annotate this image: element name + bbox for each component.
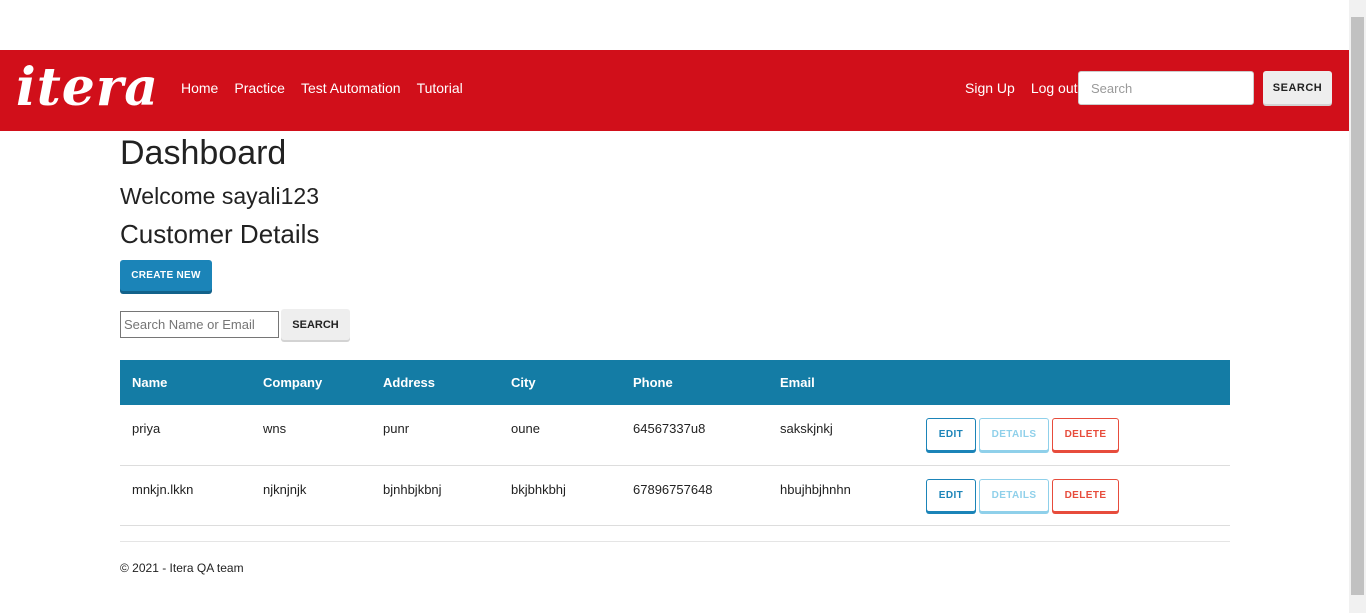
header-email: Email [780, 375, 815, 390]
footer-text: © 2021 - Itera QA team [120, 561, 244, 575]
cell-name: priya [132, 421, 161, 436]
main-nav: Home Practice Test Automation Tutorial [181, 80, 463, 96]
vertical-scrollbar[interactable] [1349, 0, 1366, 613]
table-row: priya wns punr oune 64567337u8 sakskjnkj… [120, 405, 1230, 465]
cell-email: sakskjnkj [780, 421, 833, 436]
edit-button[interactable]: EDIT [926, 478, 976, 512]
header-actions [914, 360, 1230, 405]
cell-actions: EDIT DETAILS DELETE [914, 465, 1230, 525]
table-row: mnkjn.lkkn njknjnjk bjnhbjkbnj bkjbhkbhj… [120, 465, 1230, 525]
cell-actions: EDIT DETAILS DELETE [914, 405, 1230, 465]
cell-city: bkjbhkbhj [511, 481, 566, 497]
cell-email: hbujhbjhnhn [780, 481, 851, 497]
delete-button[interactable]: DELETE [1052, 418, 1119, 452]
edit-button[interactable]: EDIT [926, 418, 976, 452]
header-phone: Phone [633, 375, 673, 390]
create-new-button[interactable]: CREATE NEW [120, 260, 212, 291]
section-title: Customer Details [120, 219, 320, 249]
scrollbar-thumb[interactable] [1351, 17, 1364, 595]
log-out-link[interactable]: Log out [1031, 80, 1078, 96]
header-company: Company [263, 375, 323, 390]
welcome-message: Welcome sayali123 [120, 183, 320, 209]
header-name: Name [132, 375, 168, 390]
nav-practice[interactable]: Practice [234, 80, 285, 96]
cell-company: njknjnjk [263, 481, 307, 497]
details-button[interactable]: DETAILS [979, 418, 1049, 452]
footer-divider [120, 541, 1230, 542]
header-city: City [511, 375, 536, 390]
row-actions: EDIT DETAILS DELETE [926, 478, 1218, 512]
cell-company: wns [263, 421, 287, 436]
nav-home[interactable]: Home [181, 80, 218, 96]
customer-search-button[interactable]: SEARCH [281, 309, 350, 340]
cell-name: mnkjn.lkkn [132, 481, 194, 497]
site-search-button[interactable]: SEARCH [1263, 71, 1332, 104]
cell-phone: 64567337u8 [633, 421, 706, 436]
cell-address: bjnhbjkbnj [383, 481, 442, 497]
page-title: Dashboard [120, 134, 287, 172]
customer-table: Name Company Address City Phone Email pr… [120, 360, 1230, 526]
table-header-row: Name Company Address City Phone Email [120, 360, 1230, 405]
top-navbar: itera Home Practice Test Automation Tuto… [0, 50, 1349, 131]
itera-logo[interactable]: itera [16, 58, 159, 118]
header-address: Address [383, 375, 436, 390]
cell-address: punr [383, 421, 410, 436]
site-search-input[interactable] [1078, 71, 1254, 105]
cell-phone: 67896757648 [633, 481, 713, 497]
account-nav: Sign Up Log out [965, 80, 1078, 96]
delete-button[interactable]: DELETE [1052, 478, 1119, 512]
details-button[interactable]: DETAILS [979, 478, 1049, 512]
customer-search-input[interactable] [120, 311, 279, 338]
row-actions: EDIT DETAILS DELETE [926, 418, 1218, 452]
cell-city: oune [511, 421, 540, 436]
sign-up-link[interactable]: Sign Up [965, 80, 1015, 96]
nav-tutorial[interactable]: Tutorial [417, 80, 463, 96]
nav-test-automation[interactable]: Test Automation [301, 80, 401, 96]
